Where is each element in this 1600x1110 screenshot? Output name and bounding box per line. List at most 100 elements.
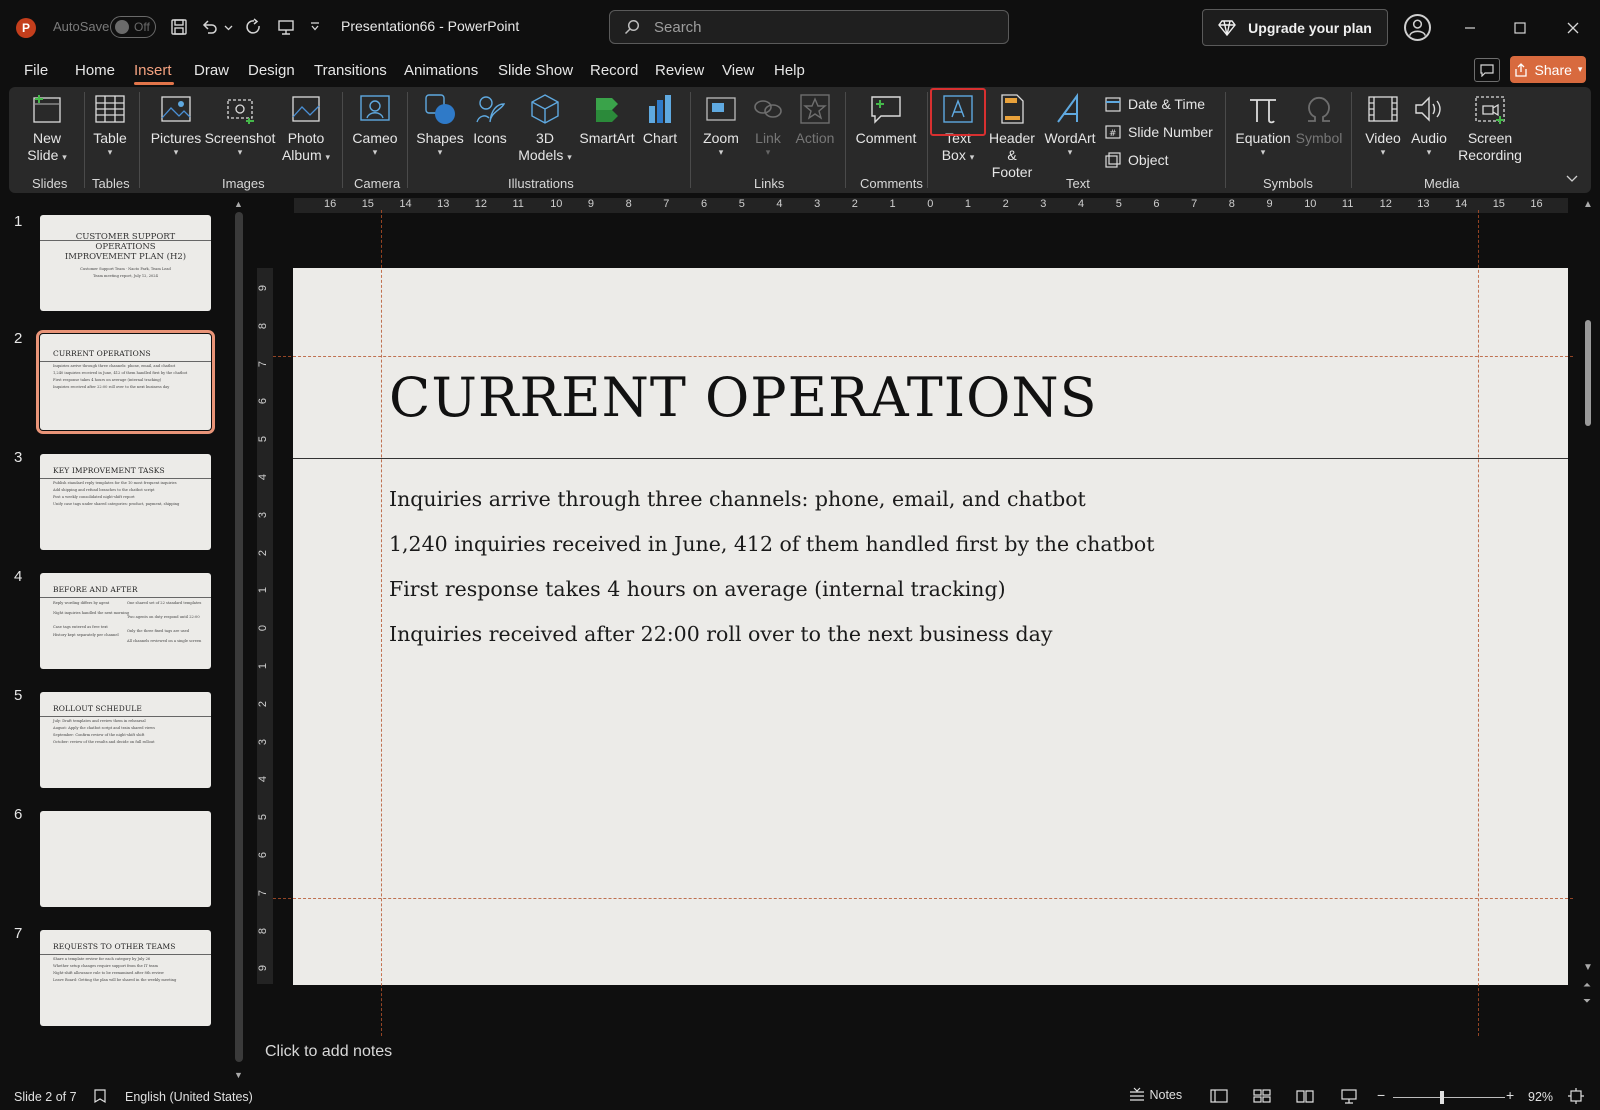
scroll-down-icon[interactable]: ▼ (1583, 962, 1593, 973)
powerpoint-window: P AutoSave Off Presentation66 - PowerPoi… (0, 0, 1600, 1110)
ruler-tick-label: 15 (361, 198, 374, 210)
scroll-down-icon[interactable]: ▼ (234, 1070, 243, 1080)
minimize-icon[interactable] (1456, 14, 1484, 42)
ruler-tick-label: 12 (1379, 198, 1392, 210)
slide-canvas[interactable]: CURRENT OPERATIONS Inquiries arrive thro… (293, 268, 1568, 985)
save-icon[interactable] (168, 16, 190, 38)
table-button[interactable]: Table ▾ (88, 92, 132, 157)
tab-view[interactable]: View (722, 62, 754, 79)
tab-animations[interactable]: Animations (404, 62, 478, 79)
shapes-button[interactable]: Shapes ▾ (416, 92, 464, 157)
wordart-button[interactable]: WordArt ▾ (1044, 92, 1096, 157)
search-input[interactable]: Search (609, 10, 1009, 44)
close-icon[interactable] (1559, 14, 1587, 42)
accessibility-icon[interactable] (92, 1088, 108, 1107)
horizontal-guide[interactable] (273, 356, 1573, 357)
audio-button[interactable]: Audio ▾ (1408, 92, 1450, 157)
3d-models-button[interactable]: 3D Models ▾ (517, 92, 573, 164)
horizontal-guide[interactable] (273, 898, 1573, 899)
undo-dropdown-icon[interactable] (222, 16, 234, 38)
screen-recording-button[interactable]: Screen Recording (1458, 92, 1522, 164)
autosave-toggle[interactable]: Off (110, 16, 156, 38)
equation-button[interactable]: Equation ▾ (1233, 92, 1293, 157)
pictures-button[interactable]: Pictures ▾ (148, 92, 204, 157)
ruler-tick-label: 10 (550, 198, 563, 210)
zoom-slider[interactable] (1393, 1097, 1505, 1098)
share-button[interactable]: Share ▾ (1510, 56, 1586, 83)
slideshow-view-icon[interactable] (1340, 1088, 1358, 1107)
link-button[interactable]: Link ▾ (748, 92, 788, 157)
normal-view-icon[interactable] (1210, 1088, 1228, 1107)
tab-help[interactable]: Help (774, 62, 805, 79)
vertical-guide[interactable] (1478, 210, 1479, 1036)
chart-button[interactable]: Chart (640, 92, 680, 147)
slide-thumbnail-2[interactable]: CURRENT OPERATIONS Inquiries arrive thro… (36, 330, 215, 434)
slide-thumbnail-5[interactable]: ROLLOUT SCHEDULE July: Draft templates a… (40, 692, 211, 788)
slide-thumbnail-7[interactable]: REQUESTS TO OTHER TEAMS Share a template… (40, 930, 211, 1026)
video-button[interactable]: Video ▾ (1360, 92, 1406, 157)
account-avatar[interactable] (1404, 14, 1431, 41)
scroll-up-icon[interactable]: ▲ (1583, 199, 1593, 210)
slide-thumbnail-6[interactable] (40, 811, 211, 907)
zoom-out-icon[interactable]: − (1377, 1087, 1385, 1103)
cameo-button[interactable]: Cameo ▾ (352, 92, 398, 157)
slide-thumbnail-3[interactable]: KEY IMPROVEMENT TASKS Publish standard r… (40, 454, 211, 550)
notes-toggle[interactable]: Notes (1128, 1087, 1182, 1103)
upgrade-button[interactable]: Upgrade your plan (1202, 9, 1388, 46)
customize-qat-icon[interactable] (308, 16, 322, 38)
slide-number-button[interactable]: # Slide Number (1104, 123, 1213, 141)
previous-slide-icon[interactable]: ⏶ (1583, 980, 1591, 991)
symbol-button[interactable]: Symbol (1294, 92, 1344, 147)
language-status[interactable]: English (United States) (125, 1090, 253, 1104)
tab-transitions[interactable]: Transitions (314, 62, 387, 79)
object-icon (1105, 152, 1121, 168)
comments-pane-button[interactable] (1474, 58, 1500, 82)
thumbnail-scrollbar[interactable] (235, 212, 243, 1062)
notes-pane[interactable]: Click to add notes (255, 1037, 1585, 1067)
ruler-tick-label: 4 (1078, 198, 1085, 210)
object-button[interactable]: Object (1104, 151, 1168, 169)
tab-home[interactable]: Home (75, 62, 115, 79)
next-slide-icon[interactable]: ⏷ (1583, 996, 1591, 1007)
slide-body[interactable]: Inquiries arrive through three channels:… (389, 484, 1155, 664)
tab-record[interactable]: Record (590, 62, 638, 79)
group-media-label: Media (1424, 176, 1460, 191)
ruler-tick-label: 4 (257, 776, 270, 783)
action-button[interactable]: Action (794, 92, 836, 147)
tab-draw[interactable]: Draw (194, 62, 229, 79)
slide-title[interactable]: CURRENT OPERATIONS (389, 366, 1098, 429)
tab-slide-show[interactable]: Slide Show (498, 62, 573, 79)
present-icon[interactable] (275, 16, 297, 38)
icons-button[interactable]: Icons (470, 92, 510, 147)
reading-view-icon[interactable] (1296, 1088, 1314, 1107)
tab-review[interactable]: Review (655, 62, 704, 79)
menu-bar: File Home Insert Draw Design Transitions… (0, 56, 1600, 86)
screenshot-button[interactable]: Screenshot ▾ (205, 92, 275, 157)
tab-file[interactable]: File (24, 62, 48, 79)
smartart-button[interactable]: SmartArt (579, 92, 635, 147)
ribbon-collapse-icon[interactable] (1566, 172, 1578, 186)
zoom-level[interactable]: 92% (1528, 1090, 1553, 1104)
zoom-slider-thumb[interactable] (1440, 1091, 1444, 1104)
active-tab-indicator (134, 82, 174, 85)
vertical-guide[interactable] (381, 210, 382, 1036)
date-time-button[interactable]: Date & Time (1104, 95, 1205, 113)
slide-sorter-icon[interactable] (1253, 1088, 1271, 1107)
maximize-icon[interactable] (1506, 14, 1534, 42)
editor-scrollbar[interactable] (1585, 320, 1591, 426)
zoom-in-icon[interactable]: + (1506, 1087, 1514, 1103)
tab-design[interactable]: Design (248, 62, 295, 79)
photo-album-button[interactable]: Photo Album ▾ (280, 92, 332, 164)
redo-icon[interactable] (243, 16, 265, 38)
scroll-up-icon[interactable]: ▲ (234, 199, 243, 209)
slide-thumbnail-4[interactable]: BEFORE AND AFTER Reply wording differs b… (40, 573, 211, 669)
fit-to-window-icon[interactable] (1568, 1088, 1584, 1107)
comment-icon (871, 96, 901, 124)
undo-icon[interactable] (199, 16, 221, 38)
slide-thumbnail-1[interactable]: CUSTOMER SUPPORT OPERATIONS IMPROVEMENT … (40, 215, 211, 311)
header-footer-button[interactable]: Header & Footer (986, 92, 1038, 181)
zoom-button[interactable]: Zoom ▾ (700, 92, 742, 157)
tab-insert[interactable]: Insert (134, 62, 172, 79)
new-slide-button[interactable]: New Slide ▾ (24, 92, 70, 164)
comment-button[interactable]: Comment (855, 92, 917, 147)
